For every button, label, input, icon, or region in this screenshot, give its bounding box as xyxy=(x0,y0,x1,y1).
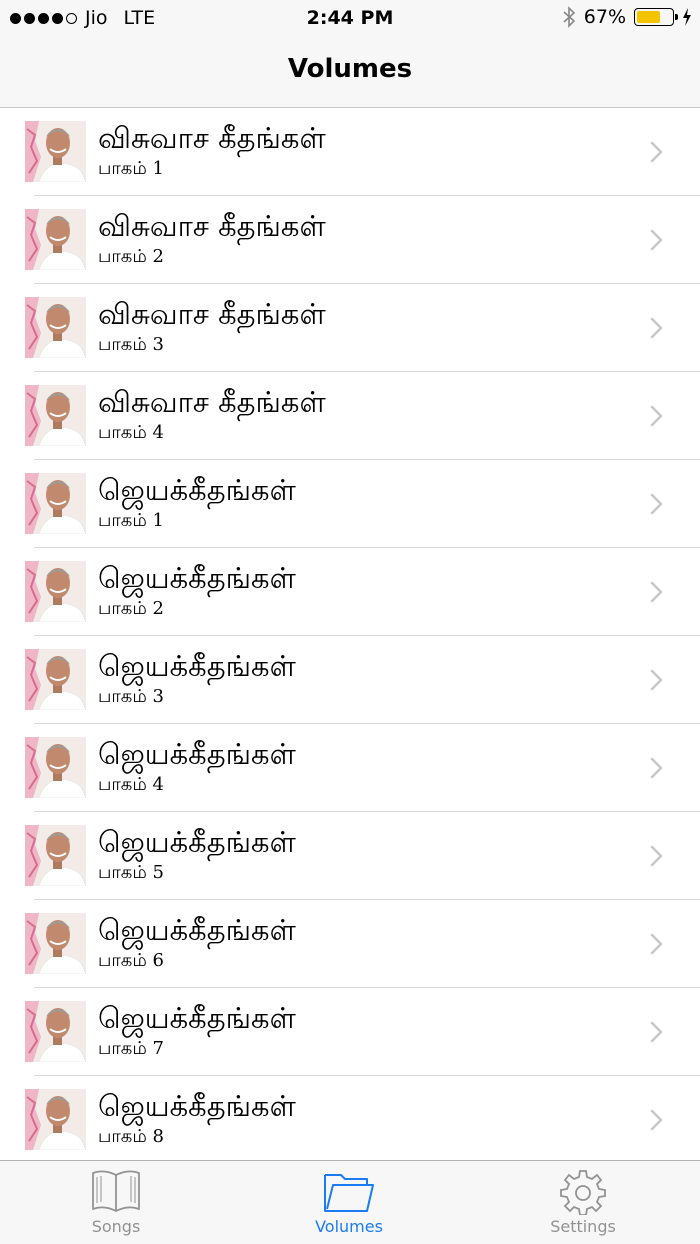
volume-thumbnail xyxy=(25,385,86,446)
top-bar: Jio LTE 2:44 PM 67% Volumes xyxy=(0,0,700,108)
tab-volumes-label: Volumes xyxy=(315,1217,383,1236)
volume-subtitle: பாகம் 1 xyxy=(98,158,164,179)
volume-row[interactable]: ஜெயக்கீதங்கள் பாகம் 7 xyxy=(0,988,700,1076)
volume-thumbnail xyxy=(25,209,86,270)
volume-list: விசுவாச கீதங்கள் பாகம் 1 விசுவாச கீதங்கள… xyxy=(0,108,700,1164)
volume-row[interactable]: ஜெயக்கீதங்கள் பாகம் 1 xyxy=(0,460,700,548)
volume-subtitle: பாகம் 1 xyxy=(98,510,164,531)
volume-row[interactable]: விசுவாச கீதங்கள் பாகம் 3 xyxy=(0,284,700,372)
chevron-right-icon xyxy=(650,141,663,163)
chevron-right-icon xyxy=(650,1021,663,1043)
volume-thumbnail xyxy=(25,1001,86,1062)
gear-icon xyxy=(560,1170,606,1215)
volume-title: விசுவாச கீதங்கள் xyxy=(98,209,326,243)
volume-thumbnail xyxy=(25,121,86,182)
volume-subtitle: பாகம் 8 xyxy=(98,1126,164,1147)
volume-row[interactable]: ஜெயக்கீதங்கள் பாகம் 8 xyxy=(0,1076,700,1164)
volume-subtitle: பாகம் 5 xyxy=(98,862,164,883)
tab-bar: Songs Volumes Settings xyxy=(0,1160,700,1244)
volume-row[interactable]: ஜெயக்கீதங்கள் பாகம் 5 xyxy=(0,812,700,900)
volume-title: விசுவாச கீதங்கள் xyxy=(98,385,326,419)
volume-row[interactable]: ஜெயக்கீதங்கள் பாகம் 4 xyxy=(0,724,700,812)
volume-thumbnail xyxy=(25,825,86,886)
volume-title: ஜெயக்கீதங்கள் xyxy=(98,473,296,507)
volume-row[interactable]: விசுவாச கீதங்கள் பாகம் 1 xyxy=(0,108,700,196)
volume-title: ஜெயக்கீதங்கள் xyxy=(98,561,296,595)
status-bar: Jio LTE 2:44 PM 67% xyxy=(0,0,700,36)
battery-level-fill xyxy=(637,11,660,23)
chevron-right-icon xyxy=(650,405,663,427)
tab-songs[interactable]: Songs xyxy=(41,1161,191,1244)
volume-subtitle: பாகம் 6 xyxy=(98,950,164,971)
bluetooth-icon xyxy=(563,6,575,28)
volume-row[interactable]: ஜெயக்கீதங்கள் பாகம் 2 xyxy=(0,548,700,636)
chevron-right-icon xyxy=(650,845,663,867)
volume-title: ஜெயக்கீதங்கள் xyxy=(98,737,296,771)
volume-row[interactable]: ஜெயக்கீதங்கள் பாகம் 6 xyxy=(0,900,700,988)
volume-title: ஜெயக்கீதங்கள் xyxy=(98,825,296,859)
volume-title: ஜெயக்கீதங்கள் xyxy=(98,1089,296,1123)
charging-bolt-icon xyxy=(683,8,691,26)
volume-subtitle: பாகம் 2 xyxy=(98,246,164,267)
volume-subtitle: பாகம் 7 xyxy=(98,1038,164,1059)
volume-title: ஜெயக்கீதங்கள் xyxy=(98,913,296,947)
volume-thumbnail xyxy=(25,1089,86,1150)
tab-volumes[interactable]: Volumes xyxy=(274,1161,424,1244)
volume-subtitle: பாகம் 3 xyxy=(98,334,164,355)
volume-row[interactable]: ஜெயக்கீதங்கள் பாகம் 3 xyxy=(0,636,700,724)
volume-title: ஜெயக்கீதங்கள் xyxy=(98,1001,296,1035)
volume-title: விசுவாச கீதங்கள் xyxy=(98,121,326,155)
chevron-right-icon xyxy=(650,317,663,339)
chevron-right-icon xyxy=(650,581,663,603)
volume-thumbnail xyxy=(25,913,86,974)
folder-icon xyxy=(324,1174,374,1212)
chevron-right-icon xyxy=(650,493,663,515)
chevron-right-icon xyxy=(650,669,663,691)
status-right: 67% xyxy=(562,6,692,28)
chevron-right-icon xyxy=(650,229,663,251)
volume-thumbnail xyxy=(25,561,86,622)
volume-subtitle: பாகம் 3 xyxy=(98,686,164,707)
volume-title: விசுவாச கீதங்கள் xyxy=(98,297,326,331)
tab-songs-label: Songs xyxy=(91,1217,141,1236)
book-icon xyxy=(92,1170,140,1212)
volume-thumbnail xyxy=(25,473,86,534)
tab-settings-label: Settings xyxy=(550,1217,616,1236)
tab-settings[interactable]: Settings xyxy=(508,1161,658,1244)
battery-icon xyxy=(634,8,678,26)
volume-subtitle: பாகம் 4 xyxy=(98,422,164,443)
volume-row[interactable]: விசுவாச கீதங்கள் பாகம் 2 xyxy=(0,196,700,284)
volume-row[interactable]: விசுவாச கீதங்கள் பாகம் 4 xyxy=(0,372,700,460)
volume-subtitle: பாகம் 4 xyxy=(98,774,164,795)
chevron-right-icon xyxy=(650,757,663,779)
volume-subtitle: பாகம் 2 xyxy=(98,598,164,619)
volume-title: ஜெயக்கீதங்கள் xyxy=(98,649,296,683)
volume-thumbnail xyxy=(25,737,86,798)
battery-percent: 67% xyxy=(583,6,626,28)
volume-thumbnail xyxy=(25,649,86,710)
page-title: Volumes xyxy=(287,54,413,84)
chevron-right-icon xyxy=(650,1109,663,1131)
chevron-right-icon xyxy=(650,933,663,955)
volume-thumbnail xyxy=(25,297,86,358)
